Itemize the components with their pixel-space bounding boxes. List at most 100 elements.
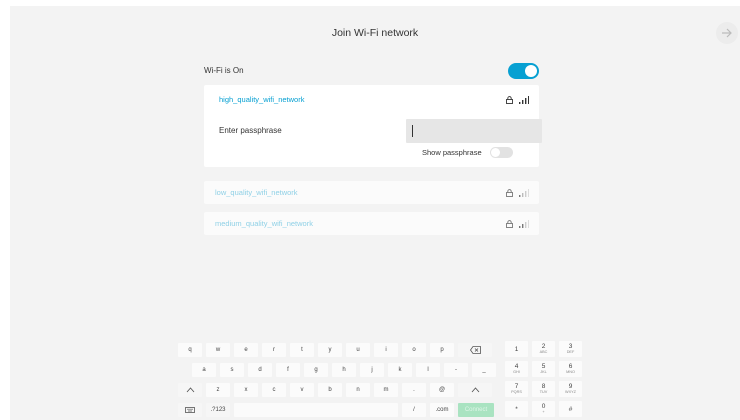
dotcom-key[interactable]: .com (430, 403, 454, 417)
passphrase-label: Enter passphrase (219, 126, 282, 135)
caret-up-icon (471, 387, 479, 393)
numpad-key[interactable]: 6 MNO (559, 361, 582, 377)
caret-up-icon (186, 387, 194, 393)
numpad-key[interactable]: 9 WXYZ (559, 381, 582, 397)
key-g[interactable]: g (304, 363, 328, 377)
shift-key[interactable] (178, 383, 202, 397)
lock-icon (506, 220, 513, 228)
key-m[interactable]: m (374, 383, 398, 397)
numpad-key[interactable]: * (505, 401, 528, 417)
numpad-digit: # (568, 405, 573, 413)
symbols-key[interactable]: .?123 (206, 403, 230, 417)
key-p[interactable]: p (430, 343, 454, 357)
numpad-letters: + (542, 410, 545, 414)
numpad-key[interactable]: 5 JKL (532, 361, 555, 377)
hide-keyboard-key[interactable] (178, 403, 202, 417)
key-o[interactable]: o (402, 343, 426, 357)
numpad-key[interactable]: 0 + (532, 401, 555, 417)
wifi-status-label: Wi-Fi is On (204, 65, 244, 75)
key-at[interactable]: @ (430, 383, 454, 397)
key-r[interactable]: r (262, 343, 286, 357)
lock-icon (506, 189, 513, 197)
wifi-status-row: Wi-Fi is On (204, 60, 540, 80)
numpad-key[interactable]: 1 (505, 341, 528, 357)
key-s[interactable]: s (220, 363, 244, 377)
key-q[interactable]: q (178, 343, 202, 357)
signal-strength-icon (519, 220, 529, 228)
keyboard-icon (185, 406, 195, 413)
key-c[interactable]: c (262, 383, 286, 397)
key-b[interactable]: b (318, 383, 342, 397)
numpad-letters: JKL (540, 370, 547, 374)
numpad-digit: 0 (541, 403, 546, 410)
network-name: low_quality_wifi_network (215, 188, 298, 197)
numpad-digit: 6 (568, 363, 573, 370)
next-button[interactable] (716, 22, 738, 44)
numpad-key[interactable]: 7 PQRS (505, 381, 528, 397)
numpad-key[interactable]: 4 GHI (505, 361, 528, 377)
network-row[interactable]: medium_quality_wifi_network (204, 212, 539, 235)
key-underscore[interactable]: _ (472, 363, 496, 377)
key-w[interactable]: w (206, 343, 230, 357)
toggle-knob (491, 148, 500, 157)
space-key[interactable] (234, 403, 398, 417)
key-x[interactable]: x (234, 383, 258, 397)
numpad-digit: 8 (541, 383, 546, 390)
key-d[interactable]: d (248, 363, 272, 377)
show-passphrase-label: Show passphrase (422, 148, 482, 157)
key-e[interactable]: e (234, 343, 258, 357)
numpad-digit: * (515, 405, 518, 413)
numpad-letters: GHI (513, 370, 520, 374)
key-k[interactable]: k (388, 363, 412, 377)
passphrase-input[interactable] (406, 119, 542, 143)
key-f[interactable]: f (276, 363, 300, 377)
key-i[interactable]: i (374, 343, 398, 357)
key-j[interactable]: j (360, 363, 384, 377)
numpad-letters: ABC (539, 350, 548, 354)
key-v[interactable]: v (290, 383, 314, 397)
text-caret (412, 125, 413, 137)
shift-key[interactable] (458, 383, 492, 397)
network-row[interactable]: low_quality_wifi_network (204, 181, 539, 204)
numpad-key[interactable]: # (559, 401, 582, 417)
numpad-key[interactable]: 3 DEF (559, 341, 582, 357)
backspace-icon (469, 346, 481, 354)
numpad-digit: 1 (514, 345, 519, 353)
numpad-key[interactable]: 8 TUV (532, 381, 555, 397)
key-a[interactable]: a (192, 363, 216, 377)
key-slash[interactable]: / (402, 403, 426, 417)
numpad-key[interactable]: 2 ABC (532, 341, 555, 357)
show-passphrase-toggle[interactable] (490, 147, 513, 158)
toggle-knob (525, 65, 537, 77)
network-name[interactable]: high_quality_wifi_network (219, 95, 304, 104)
lock-icon (506, 96, 513, 104)
numpad-letters: PQRS (511, 390, 522, 394)
selected-network-card: high_quality_wifi_network Enter passphra… (204, 85, 542, 167)
numpad-digit: 3 (568, 343, 573, 350)
numpad-letters: WXYZ (565, 390, 576, 394)
wifi-toggle[interactable] (508, 63, 539, 79)
connect-button[interactable]: Connect (458, 403, 494, 417)
key-t[interactable]: t (290, 343, 314, 357)
key-l[interactable]: l (416, 363, 440, 377)
numpad-letters: TUV (539, 390, 548, 394)
key-h[interactable]: h (332, 363, 356, 377)
key-n[interactable]: n (346, 383, 370, 397)
signal-strength-icon (519, 189, 529, 197)
numpad-digit: 5 (541, 363, 546, 370)
arrow-right-icon (722, 28, 732, 38)
numpad-letters: DEF (566, 350, 575, 354)
page-title: Join Wi-Fi network (331, 27, 419, 39)
key-u[interactable]: u (346, 343, 370, 357)
network-name: medium_quality_wifi_network (215, 219, 313, 228)
numpad-digit: 4 (514, 363, 519, 370)
numpad-digit: 9 (568, 383, 573, 390)
signal-strength-icon (519, 96, 529, 104)
key-period[interactable]: . (402, 383, 426, 397)
backspace-key[interactable] (458, 343, 492, 357)
key-z[interactable]: z (206, 383, 230, 397)
numpad-letters: MNO (566, 370, 575, 374)
key-y[interactable]: y (318, 343, 342, 357)
numpad-digit: 7 (514, 383, 519, 390)
key-hyphen[interactable]: - (444, 363, 468, 377)
